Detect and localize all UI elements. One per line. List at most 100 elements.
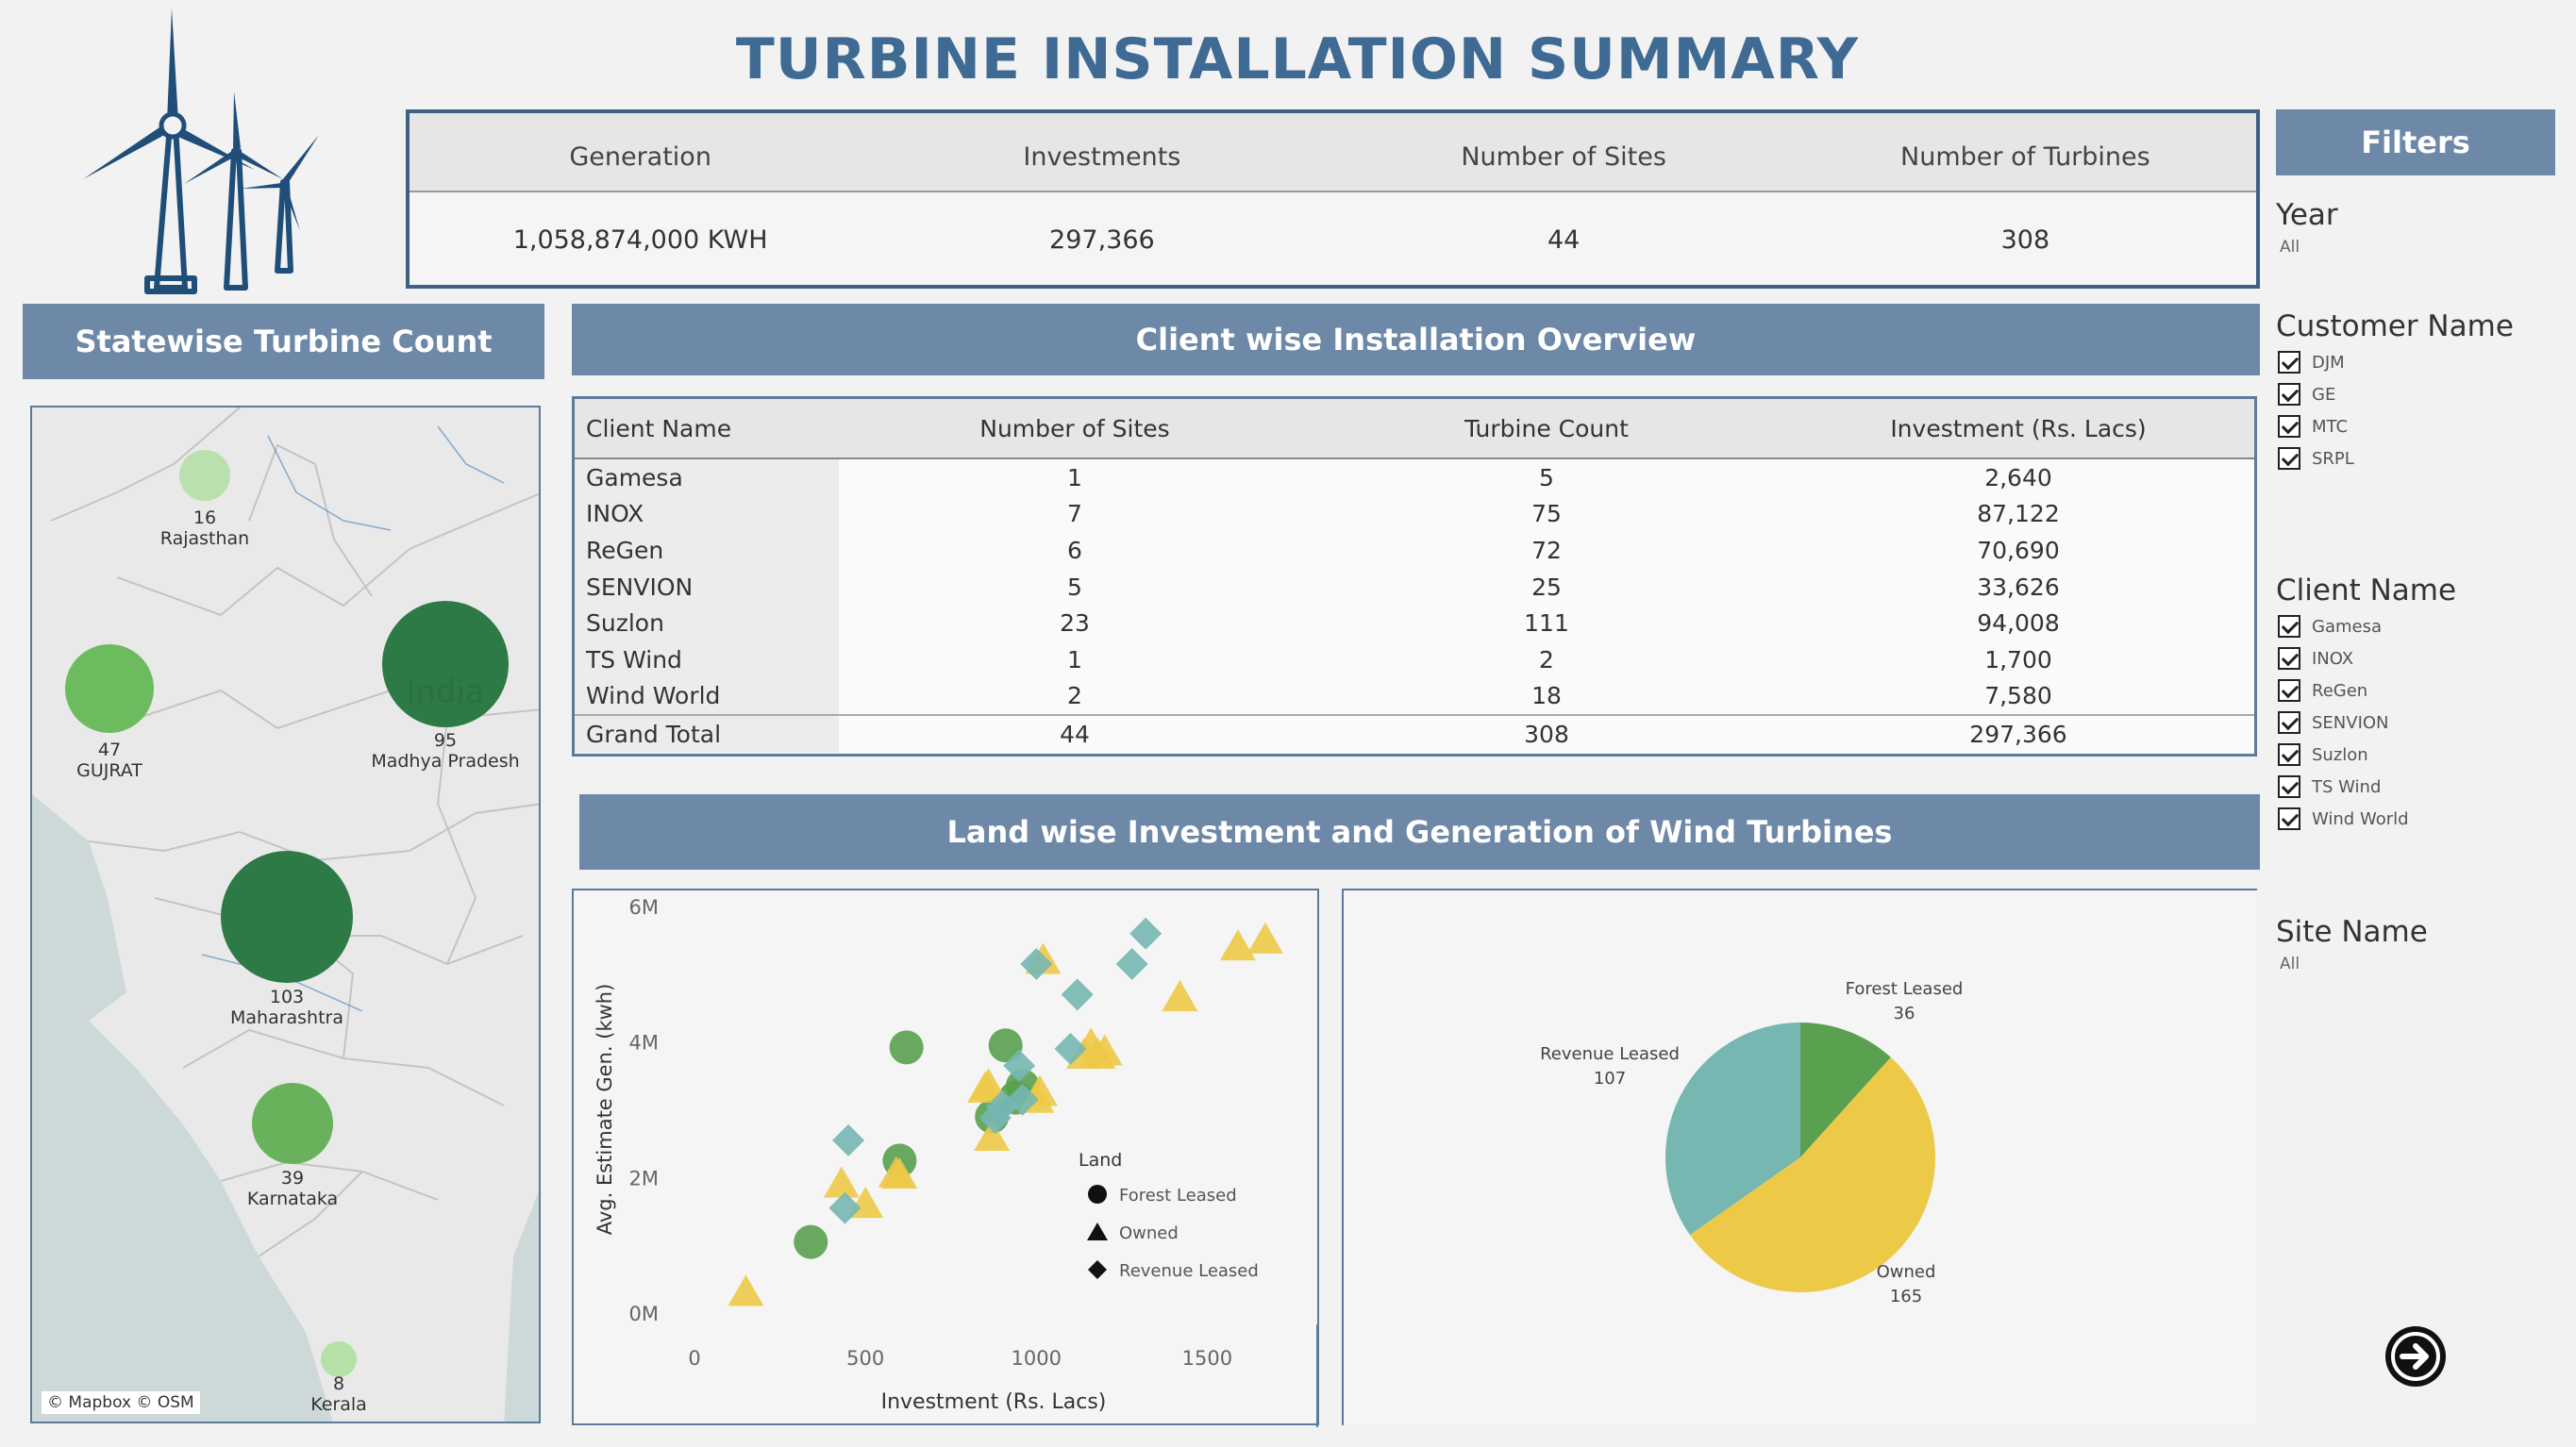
- option-label: GE: [2312, 384, 2336, 405]
- map-credit[interactable]: © Mapbox © OSM: [42, 1391, 200, 1414]
- checkbox-icon[interactable]: [2278, 447, 2300, 470]
- table-row[interactable]: Gamesa 1 5 2,640: [575, 459, 2254, 496]
- checkbox-icon[interactable]: [2278, 807, 2300, 830]
- legend-diamond-icon: [1088, 1260, 1107, 1279]
- table-row[interactable]: INOX 7 75 87,122: [575, 495, 2254, 533]
- column-header[interactable]: Turbine Count: [1311, 415, 1782, 442]
- x-tick-label: 500: [846, 1347, 884, 1370]
- site-filter-value[interactable]: All: [2280, 955, 2300, 973]
- x-axis-label: Investment (Rs. Lacs): [881, 1390, 1107, 1414]
- option-label: Suzlon: [2312, 744, 2368, 765]
- owned-point[interactable]: [1162, 979, 1198, 1011]
- sites-cell: 7: [1067, 500, 1082, 528]
- client-option[interactable]: INOX: [2278, 645, 2353, 672]
- client-table: Client Name Number of Sites Turbine Coun…: [572, 396, 2257, 757]
- total-sites: 44: [1060, 720, 1090, 748]
- checkbox-icon[interactable]: [2278, 711, 2300, 734]
- statewise-banner: Statewise Turbine Count: [23, 304, 544, 379]
- option-label: SRPL: [2312, 448, 2354, 469]
- state-bubble-rajasthan[interactable]: [179, 450, 230, 501]
- state-bubbles: [65, 450, 509, 1377]
- table-row[interactable]: Wind World 2 18 7,580: [575, 677, 2254, 715]
- customer-filter-label: Customer Name: [2276, 309, 2514, 343]
- year-filter-value[interactable]: All: [2280, 238, 2300, 257]
- table-row[interactable]: TS Wind 1 2 1,700: [575, 640, 2254, 678]
- table-row[interactable]: Suzlon 23 111 94,008: [575, 605, 2254, 641]
- revenue-leased-point[interactable]: [1061, 978, 1094, 1011]
- state-label-madhya-pradesh: 95 Madhya Pradesh: [371, 730, 520, 772]
- owned-point[interactable]: [1219, 929, 1256, 961]
- scatter-chart[interactable]: 0M 2M 4M 6M 0 500 1000 1500 Investment (Rs. Lacs…: [574, 890, 1321, 1427]
- state-bubble-karnataka[interactable]: [252, 1083, 333, 1164]
- checkbox-icon[interactable]: [2278, 647, 2300, 670]
- revenue-leased-point[interactable]: [832, 1123, 865, 1156]
- turbine-cell: 18: [1531, 682, 1562, 710]
- investment-cell: 1,700: [1984, 645, 2052, 674]
- legend-title: Land: [1079, 1150, 1122, 1171]
- turbine-cell: 2: [1539, 645, 1554, 674]
- state-bubble-gujrat[interactable]: [65, 644, 154, 733]
- x-tick-label: 1000: [1012, 1347, 1062, 1370]
- legend-label[interactable]: Revenue Leased: [1119, 1261, 1259, 1281]
- client-option[interactable]: SENVION: [2278, 709, 2389, 736]
- kpi-summary-table: Generation Investments Number of Sites N…: [406, 109, 2260, 289]
- legend-label[interactable]: Owned: [1119, 1223, 1179, 1243]
- client-option[interactable]: Suzlon: [2278, 741, 2368, 768]
- customer-option[interactable]: GE: [2278, 381, 2335, 407]
- option-label: DJM: [2312, 352, 2345, 373]
- client-table-header: Client Name Number of Sites Turbine Coun…: [575, 399, 2254, 459]
- x-tick-label: 0: [688, 1347, 700, 1370]
- client-option[interactable]: ReGen: [2278, 677, 2367, 704]
- legend-label[interactable]: Forest Leased: [1119, 1186, 1237, 1206]
- turbine-cell: 5: [1539, 463, 1554, 491]
- column-header[interactable]: Client Name: [575, 399, 839, 457]
- state-label-maharashtra: 103 Maharashtra: [229, 987, 344, 1028]
- state-bubble-kerala[interactable]: [321, 1341, 357, 1377]
- total-turbines: 308: [1524, 720, 1569, 748]
- checkbox-icon[interactable]: [2278, 775, 2300, 798]
- turbine-cell: 75: [1531, 500, 1562, 528]
- owned-point[interactable]: [823, 1166, 860, 1198]
- owned-point[interactable]: [1246, 922, 1283, 954]
- column-header[interactable]: Number of Sites: [839, 415, 1311, 442]
- state-label-kerala: 8 Kerala: [310, 1373, 367, 1415]
- pie-chart-panel: Forest Leased 36 Owned 165 Revenue Leased 107: [1342, 889, 2257, 1425]
- page-title: TURBINE INSTALLATION SUMMARY: [735, 26, 1860, 92]
- client-option[interactable]: Wind World: [2278, 806, 2409, 832]
- sites-cell: 23: [1060, 609, 1090, 638]
- kpi-label-turbines: Number of Turbines: [1900, 141, 2150, 172]
- checkbox-icon[interactable]: [2278, 383, 2300, 406]
- forest-leased-point[interactable]: [889, 1030, 924, 1065]
- table-row[interactable]: SENVION 5 25 33,626: [575, 568, 2254, 606]
- table-row[interactable]: ReGen 6 72 70,690: [575, 532, 2254, 569]
- option-label: INOX: [2312, 648, 2354, 669]
- revenue-leased-point[interactable]: [1115, 948, 1148, 981]
- revenue-leased-point[interactable]: [1129, 917, 1163, 950]
- checkbox-icon[interactable]: [2278, 415, 2300, 438]
- option-label: ReGen: [2312, 680, 2368, 701]
- state-bubble-maharashtra[interactable]: [221, 851, 353, 983]
- pie-slice-label: Forest Leased: [1846, 979, 1964, 999]
- owned-point[interactable]: [728, 1274, 764, 1306]
- checkbox-icon[interactable]: [2278, 351, 2300, 374]
- grand-total-row: Grand Total 44 308 297,366: [575, 714, 2254, 753]
- forest-leased-point[interactable]: [794, 1224, 828, 1259]
- checkbox-icon[interactable]: [2278, 743, 2300, 766]
- checkbox-icon[interactable]: [2278, 679, 2300, 702]
- state-map[interactable]: India 16 Rajasthan 47 GUJRAT 95 Madhya Prad…: [30, 406, 541, 1423]
- client-name-cell: TS Wind: [575, 640, 839, 678]
- customer-option[interactable]: SRPL: [2278, 445, 2354, 472]
- column-header[interactable]: Investment (Rs. Lacs): [1782, 415, 2254, 442]
- pie-chart[interactable]: Forest Leased 36 Owned 165 Revenue Leased 107: [1344, 890, 2259, 1427]
- client-option[interactable]: Gamesa: [2278, 613, 2382, 640]
- client-name-cell: ReGen: [575, 532, 839, 569]
- customer-option[interactable]: DJM: [2278, 349, 2345, 375]
- checkbox-icon[interactable]: [2278, 615, 2300, 638]
- state-label-karnataka: 39 Karnataka: [246, 1168, 339, 1209]
- client-option[interactable]: TS Wind: [2278, 773, 2381, 800]
- sites-cell: 1: [1067, 645, 1082, 674]
- customer-option[interactable]: MTC: [2278, 413, 2348, 440]
- next-page-button[interactable]: [2385, 1326, 2446, 1387]
- filters-header: Filters: [2276, 109, 2555, 175]
- legend-triangle-icon: [1087, 1222, 1108, 1240]
